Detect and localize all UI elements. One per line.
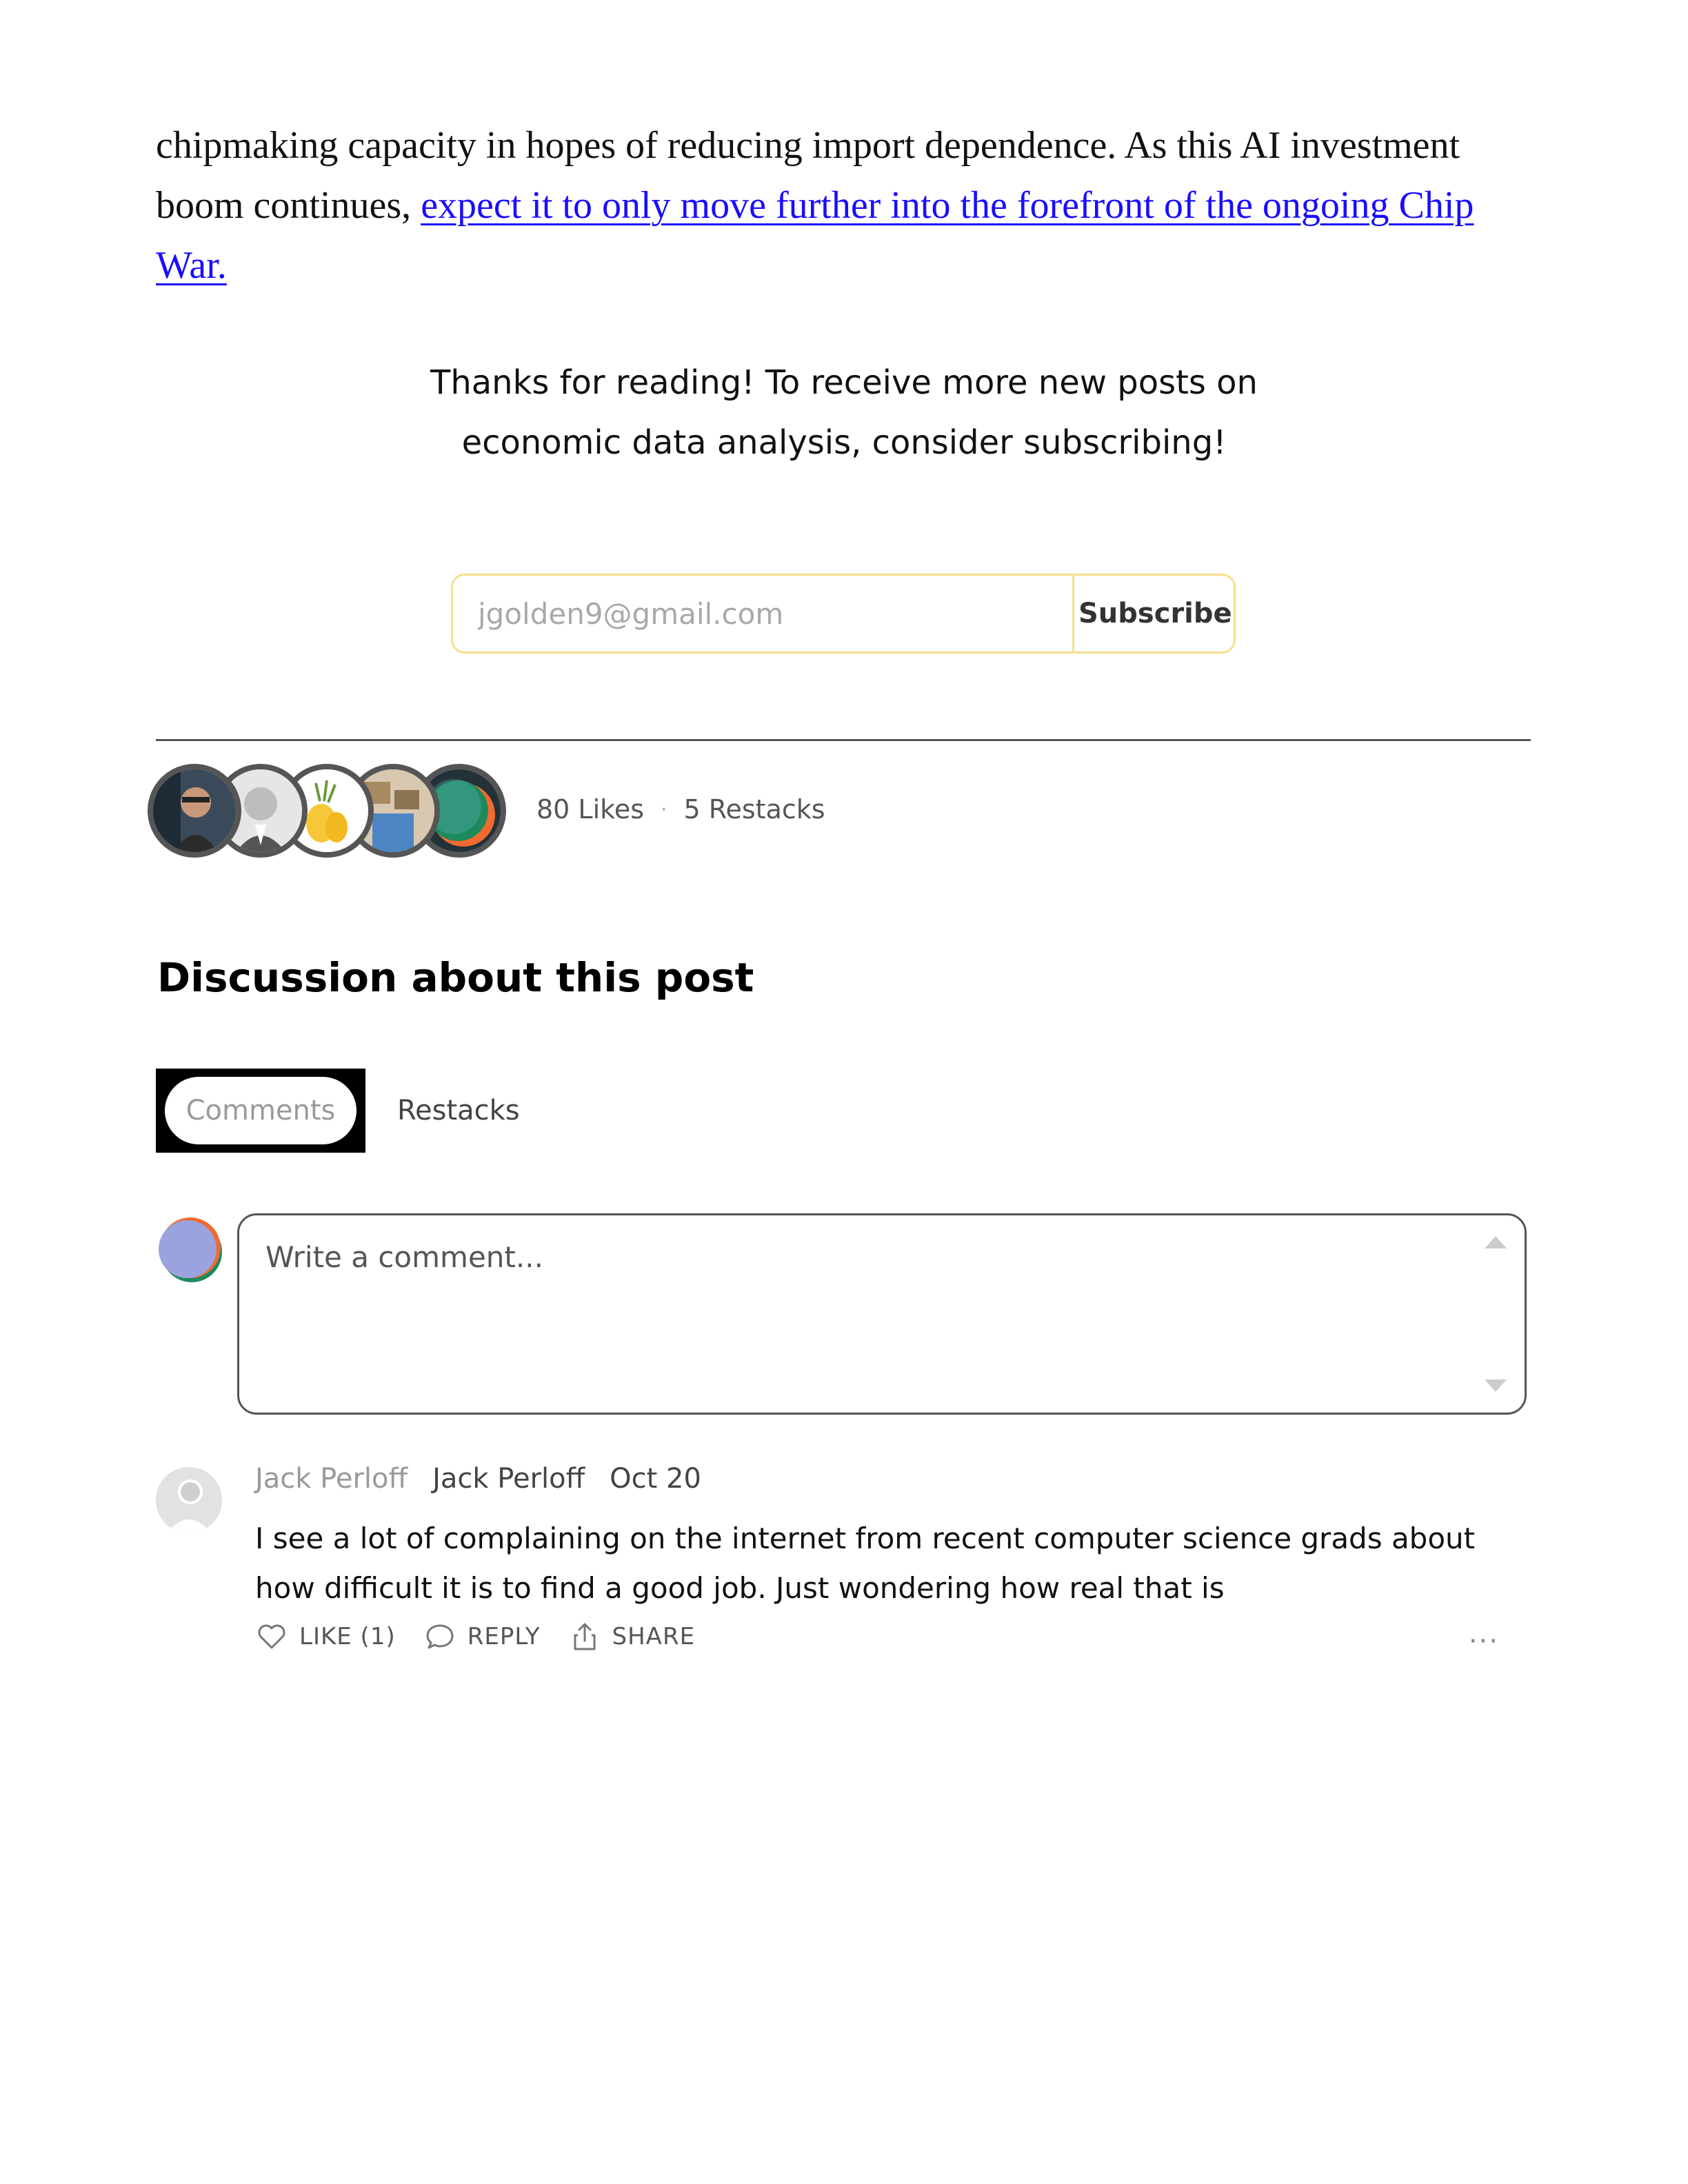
likers-facepile[interactable] bbox=[148, 764, 520, 866]
comment-body: I see a lot of complaining on the intern… bbox=[255, 1521, 1476, 1605]
share-label: SHARE bbox=[612, 1623, 696, 1650]
heart-icon bbox=[258, 1624, 285, 1649]
subscribe-form: Subscribe bbox=[451, 574, 1236, 654]
discussion-tabs: Comments Restacks bbox=[156, 1069, 520, 1153]
comment-author-name[interactable]: Jack Perloff bbox=[432, 1463, 585, 1495]
discussion-title: Discussion about this post bbox=[157, 954, 754, 1001]
like-button[interactable]: LIKE (1) bbox=[255, 1620, 396, 1653]
share-button[interactable]: SHARE bbox=[568, 1620, 696, 1653]
scroll-down-arrow-icon[interactable] bbox=[1485, 1379, 1507, 1392]
comment-placeholder: Write a comment... bbox=[265, 1240, 543, 1274]
stats-separator: · bbox=[661, 797, 667, 822]
subscribe-button[interactable]: Subscribe bbox=[1074, 576, 1234, 651]
tab-restacks[interactable]: Restacks bbox=[397, 1095, 520, 1126]
email-input[interactable] bbox=[453, 576, 1074, 651]
restacks-count[interactable]: 5 Restacks bbox=[684, 794, 825, 825]
subscribe-cta-text: Thanks for reading! To receive more new … bbox=[430, 363, 1258, 462]
reply-button[interactable]: REPLY bbox=[423, 1620, 541, 1653]
reply-label: REPLY bbox=[467, 1623, 541, 1650]
tab-comments[interactable]: Comments bbox=[165, 1077, 356, 1144]
more-options-ellipsis-icon[interactable]: ··· bbox=[1469, 1626, 1499, 1657]
likes-count[interactable]: 80 Likes bbox=[536, 794, 644, 825]
comment-author-handle[interactable]: Jack Perloff bbox=[255, 1463, 408, 1495]
like-label: LIKE (1) bbox=[299, 1623, 396, 1650]
scroll-up-arrow-icon[interactable] bbox=[1485, 1236, 1507, 1248]
article-paragraph: chipmaking capacity in hopes of reducing… bbox=[156, 116, 1535, 296]
comment-meta: Jack Perloff Jack Perloff Oct 20 bbox=[255, 1463, 701, 1495]
comment-date[interactable]: Oct 20 bbox=[610, 1463, 701, 1495]
engagement-stats: 80 Likes · 5 Restacks bbox=[536, 794, 825, 825]
liker-avatar[interactable] bbox=[148, 764, 241, 858]
divider bbox=[156, 739, 1531, 741]
comment-actions: LIKE (1) REPLY SHARE bbox=[255, 1620, 695, 1653]
tab-comments-focus-ring: Comments bbox=[156, 1069, 365, 1153]
speech-bubble-icon bbox=[426, 1624, 454, 1649]
current-user-avatar bbox=[159, 1217, 222, 1282]
share-icon bbox=[574, 1623, 596, 1650]
comment-author-avatar[interactable] bbox=[156, 1467, 222, 1533]
comment-input[interactable]: Write a comment... bbox=[237, 1213, 1527, 1415]
